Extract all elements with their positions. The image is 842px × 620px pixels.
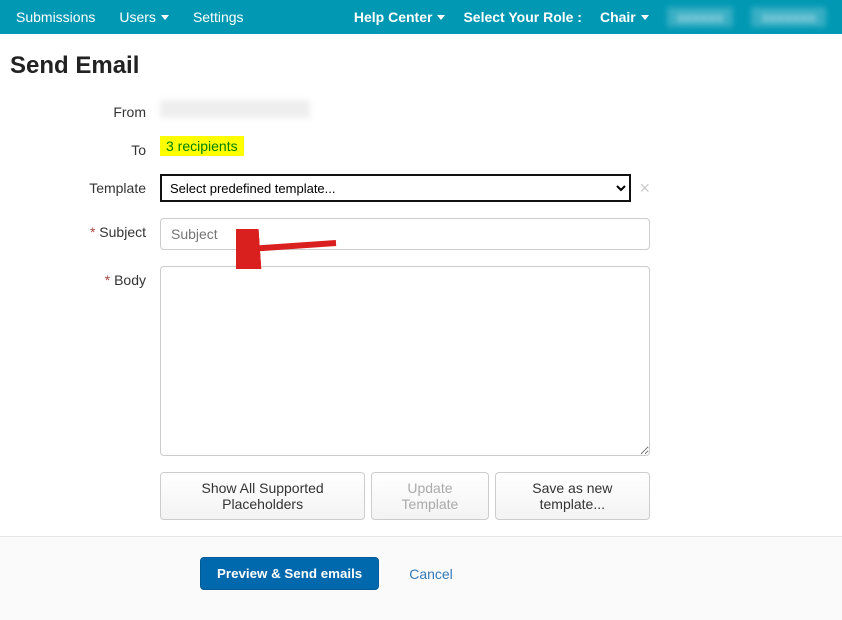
chevron-down-icon — [641, 15, 649, 20]
select-role-label: Select Your Role : — [463, 9, 582, 25]
template-select[interactable]: Select predefined template... — [160, 174, 631, 202]
chevron-down-icon — [437, 15, 445, 20]
nav-users-label: Users — [119, 9, 156, 25]
role-current: Chair — [600, 9, 636, 25]
preview-send-button[interactable]: Preview & Send emails — [200, 557, 379, 590]
save-template-button[interactable]: Save as new template... — [495, 472, 650, 520]
cancel-link[interactable]: Cancel — [409, 566, 453, 582]
label-from: From — [0, 98, 160, 120]
role-dropdown[interactable]: Chair — [600, 9, 649, 25]
to-recipients-link[interactable]: 3 recipients — [160, 136, 244, 156]
show-placeholders-button[interactable]: Show All Supported Placeholders — [160, 472, 365, 520]
label-body: Body — [0, 266, 160, 288]
page-title: Send Email — [10, 52, 832, 80]
body-textarea[interactable] — [160, 266, 650, 456]
nav-help-center[interactable]: Help Center — [354, 9, 446, 25]
send-email-form: From To 3 recipients Template Select pre… — [0, 98, 842, 520]
label-template: Template — [0, 174, 160, 196]
update-template-button: Update Template — [371, 472, 488, 520]
clear-template-icon[interactable]: × — [639, 179, 650, 197]
chevron-down-icon — [161, 15, 169, 20]
nav-help-label: Help Center — [354, 9, 433, 25]
label-subject: Subject — [0, 218, 160, 240]
nav-submissions[interactable]: Submissions — [16, 9, 95, 25]
nav-obscured-2: xxxxxxx — [751, 7, 826, 27]
nav-settings[interactable]: Settings — [193, 9, 244, 25]
footer-actions: Preview & Send emails Cancel — [0, 536, 842, 620]
top-navbar: Submissions Users Settings Help Center S… — [0, 0, 842, 34]
nav-obscured-1: xxxxxx — [667, 7, 734, 27]
subject-input[interactable] — [160, 218, 650, 250]
from-address-obscured — [160, 100, 310, 118]
nav-users[interactable]: Users — [119, 9, 169, 25]
label-to: To — [0, 136, 160, 158]
